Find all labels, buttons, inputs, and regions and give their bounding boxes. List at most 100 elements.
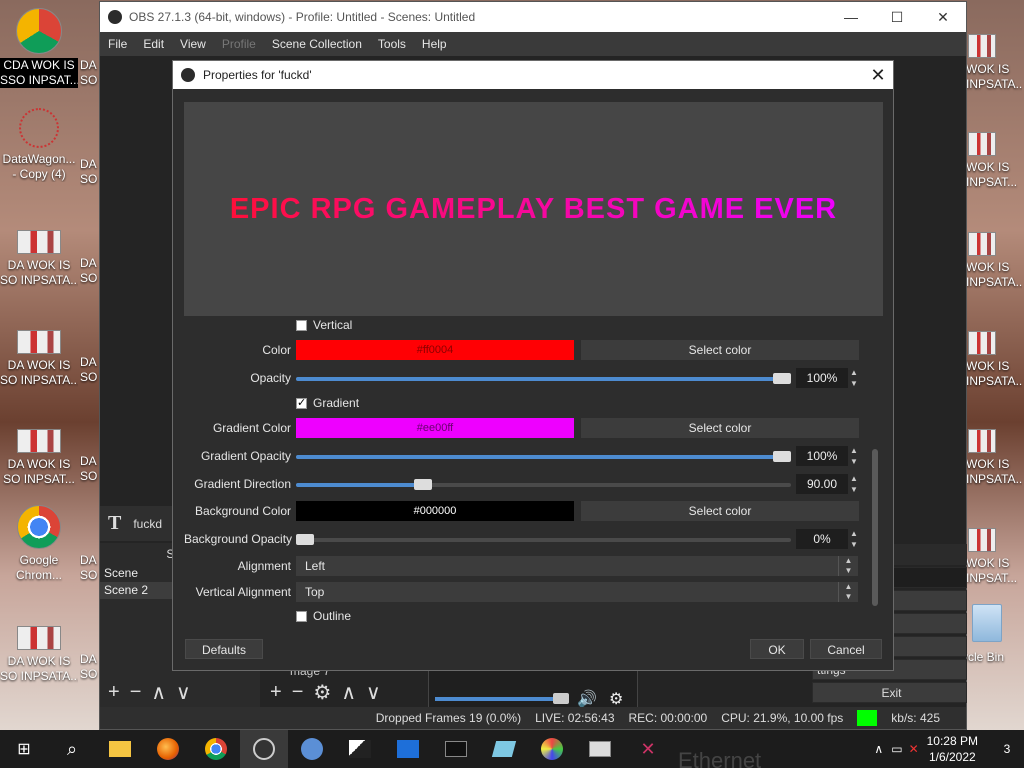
gradient-opacity-spinbox[interactable]: 100% <box>796 446 848 466</box>
menu-view[interactable]: View <box>180 37 206 51</box>
chevron-up-icon[interactable]: ▲ <box>850 368 858 377</box>
defaults-button[interactable]: Defaults <box>185 639 263 659</box>
desktop-icon[interactable]: DA WOK IS SO INPSATA... <box>0 626 78 684</box>
move-scene-down-button[interactable]: ∨ <box>176 680 191 705</box>
desktop-icon-partial[interactable]: DA SO <box>80 355 100 385</box>
opacity-spin-arrows[interactable]: ▲ ▼ <box>848 368 860 388</box>
vertical-alignment-dropdown[interactable]: Top ▲ ▼ <box>296 582 858 602</box>
chevron-up-icon[interactable]: ▲ <box>850 529 858 538</box>
ok-button[interactable]: OK <box>750 639 804 659</box>
recycle-bin[interactable]: ycle Bin <box>962 604 1018 665</box>
desktop-icon[interactable]: WOK IS INPSATA... <box>966 232 1022 290</box>
photos-icon[interactable] <box>336 730 384 768</box>
tools-icon[interactable]: ✕ <box>624 730 672 768</box>
desktop-icon[interactable]: DA WOK IS SO INPSATA... <box>0 230 78 288</box>
close-button[interactable]: ✕ <box>920 9 966 26</box>
desktop-icon-partial[interactable]: DA SO <box>80 652 100 682</box>
move-scene-up-button[interactable]: ∧ <box>151 680 166 705</box>
speaker-icon[interactable]: 🔊 <box>577 689 597 709</box>
desktop-icon-partial[interactable]: DA SO <box>80 454 100 484</box>
background-opacity-spin-arrows[interactable]: ▲ ▼ <box>848 529 860 549</box>
desktop-icon[interactable]: WOK IS INPSATA... <box>966 34 1022 92</box>
firefox-icon[interactable] <box>144 730 192 768</box>
outline-checkbox[interactable]: Outline <box>296 609 351 623</box>
source-properties-gear-icon[interactable]: ⚙ <box>313 680 331 705</box>
menu-scene-collection[interactable]: Scene Collection <box>272 37 362 51</box>
tray-overflow-chevron-icon[interactable]: ∧ <box>874 742 883 756</box>
menu-file[interactable]: File <box>108 37 127 51</box>
menu-tools[interactable]: Tools <box>378 37 406 51</box>
file-explorer-icon[interactable] <box>96 730 144 768</box>
desktop-icon-partial[interactable]: DA SO <box>80 553 100 583</box>
exit-button[interactable]: Exit <box>812 682 967 703</box>
volume-icon[interactable]: ✕ <box>909 742 919 756</box>
desktop-icon[interactable]: CDA WOK IS SSO INPSAT... <box>0 8 78 88</box>
desktop-icon[interactable]: Google Chrom... <box>0 505 78 583</box>
alignment-dropdown[interactable]: Left ▲ ▼ <box>296 556 858 576</box>
chevron-down-icon[interactable]: ▼ <box>850 457 858 466</box>
background-opacity-spinbox[interactable]: 0% <box>796 529 848 549</box>
desktop-icon[interactable]: WOK IS INPSATA... <box>966 331 1022 389</box>
chevron-down-icon[interactable]: ▼ <box>850 485 858 494</box>
color-swatch[interactable]: #ff0004 <box>296 340 574 360</box>
remove-source-button[interactable]: − <box>292 681 304 704</box>
dialog-title-bar[interactable]: Properties for 'fuckd' ✕ <box>173 61 893 89</box>
audio-gear-icon[interactable]: ⚙ <box>609 689 623 709</box>
add-source-button[interactable]: + <box>270 681 282 704</box>
search-icon[interactable]: ⌕ <box>48 730 96 768</box>
dialog-close-button[interactable]: ✕ <box>863 65 893 86</box>
desktop-icon-partial[interactable]: DA SO <box>80 256 100 286</box>
remove-scene-button[interactable]: − <box>130 681 142 704</box>
chevron-down-icon[interactable]: ▼ <box>850 379 858 388</box>
desktop-icon[interactable]: WOK IS INPSATA... <box>966 429 1022 487</box>
gradient-opacity-slider[interactable] <box>296 451 791 462</box>
desktop-icon[interactable]: WOK IS INPSAT... <box>966 132 1022 190</box>
gradient-color-swatch[interactable]: #ee00ff <box>296 418 574 438</box>
background-color-swatch[interactable]: #000000 <box>296 501 574 521</box>
select-background-color-button[interactable]: Select color <box>581 501 859 521</box>
add-scene-button[interactable]: + <box>108 681 120 704</box>
minimize-button[interactable]: — <box>828 9 874 26</box>
app-icon[interactable] <box>480 730 528 768</box>
properties-scrollbar[interactable] <box>872 449 878 606</box>
desktop-icon[interactable]: WOK IS INPSAT... <box>966 528 1022 586</box>
background-opacity-slider[interactable] <box>296 534 791 545</box>
chevron-down-icon[interactable]: ▼ <box>850 540 858 549</box>
gradient-direction-slider[interactable] <box>296 479 791 490</box>
menu-edit[interactable]: Edit <box>143 37 164 51</box>
chrome-icon[interactable] <box>192 730 240 768</box>
cancel-button[interactable]: Cancel <box>810 639 882 659</box>
vertical-checkbox[interactable]: Vertical <box>296 318 352 332</box>
volume-slider[interactable] <box>435 697 565 701</box>
chevron-up-icon[interactable]: ▲ <box>850 474 858 483</box>
opacity-slider-handle[interactable] <box>773 373 791 384</box>
obs-taskbar-icon[interactable] <box>240 730 288 768</box>
terminal-icon[interactable] <box>432 730 480 768</box>
volume-slider-handle[interactable] <box>553 693 569 704</box>
network-icon[interactable]: ▭ <box>891 742 902 756</box>
gradient-opacity-slider-handle[interactable] <box>773 451 791 462</box>
gradient-direction-slider-handle[interactable] <box>414 479 432 490</box>
desktop-icon[interactable]: DA WOK IS SO INPSAT... <box>0 429 78 487</box>
desktop-icon-partial[interactable]: DA SO <box>80 58 100 88</box>
opacity-spinbox[interactable]: 100% <box>796 368 848 388</box>
desktop-icon-partial[interactable]: DA SO <box>80 157 100 187</box>
windows-start-icon[interactable]: ⊞ <box>0 730 48 768</box>
notifications-badge[interactable]: 3 <box>990 742 1024 756</box>
gradient-opacity-spin-arrows[interactable]: ▲ ▼ <box>848 446 860 466</box>
menu-help[interactable]: Help <box>422 37 447 51</box>
chevron-up-icon[interactable]: ▲ <box>850 446 858 455</box>
obs-title-bar[interactable]: OBS 27.1.3 (64-bit, windows) - Profile: … <box>100 2 966 32</box>
select-gradient-color-button[interactable]: Select color <box>581 418 859 438</box>
gradient-direction-spinbox[interactable]: 90.00 <box>796 474 848 494</box>
gradient-checkbox[interactable]: Gradient <box>296 396 359 410</box>
desktop-icon[interactable]: DataWagon... - Copy (4) <box>0 108 78 182</box>
move-source-up-button[interactable]: ∧ <box>341 680 356 705</box>
desktop-icon[interactable]: DA WOK IS SO INPSATA... <box>0 330 78 388</box>
select-color-button[interactable]: Select color <box>581 340 859 360</box>
qbittorrent-icon[interactable] <box>288 730 336 768</box>
opacity-slider[interactable] <box>296 373 791 384</box>
move-source-down-button[interactable]: ∨ <box>366 680 381 705</box>
background-opacity-slider-handle[interactable] <box>296 534 314 545</box>
media-player-icon[interactable] <box>384 730 432 768</box>
